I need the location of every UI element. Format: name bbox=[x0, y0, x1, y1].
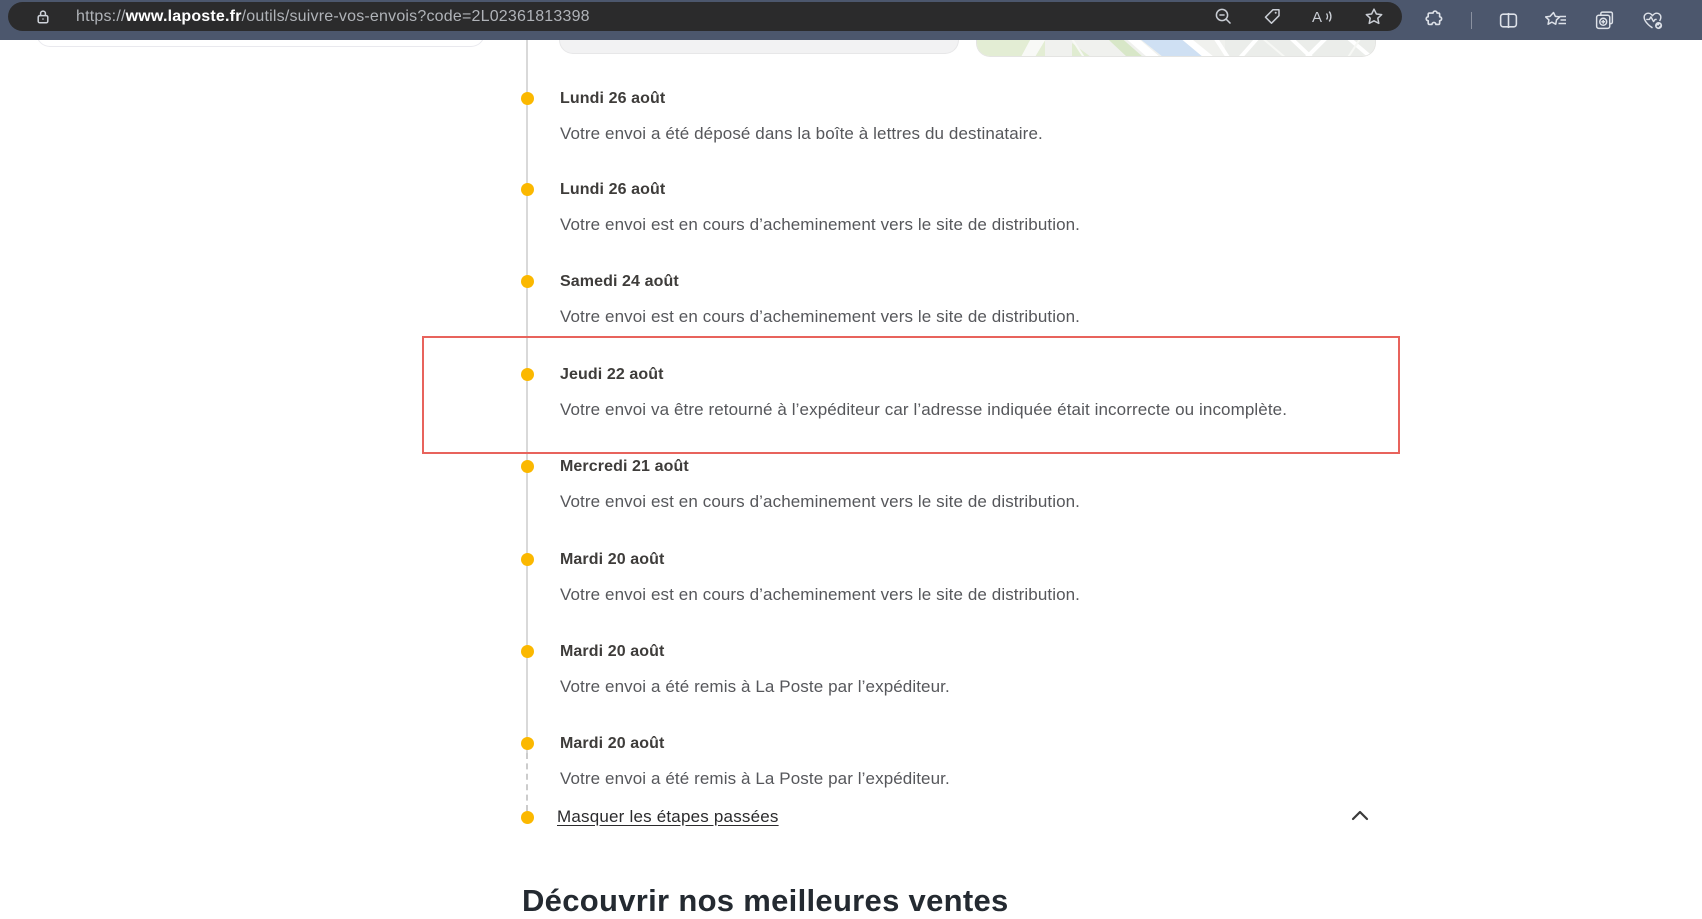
shopping-tag-icon[interactable] bbox=[1263, 7, 1282, 26]
url-path: /outils/suivre-vos-envois?code=2L0236181… bbox=[242, 8, 590, 25]
entry-description: Votre envoi va être retourné à l’expédit… bbox=[560, 399, 1287, 421]
address-bar[interactable]: https://www.laposte.fr/outils/suivre-vos… bbox=[8, 2, 1402, 31]
collapse-steps-link[interactable]: Masquer les étapes passées bbox=[557, 807, 779, 826]
timeline-dot bbox=[521, 368, 534, 381]
toolbar-divider bbox=[1471, 12, 1472, 29]
entry-description: Votre envoi a été déposé dans la boîte à… bbox=[560, 123, 1043, 145]
browser-essentials-icon[interactable] bbox=[1641, 10, 1664, 31]
browser-toolbar: https://www.laposte.fr/outils/suivre-vos… bbox=[0, 0, 1702, 40]
url-text[interactable]: https://www.laposte.fr/outils/suivre-vos… bbox=[76, 8, 590, 26]
entry-date: Mardi 20 août bbox=[560, 550, 1080, 570]
entry-date: Jeudi 22 août bbox=[560, 365, 1287, 385]
url-domain: www.laposte.fr bbox=[126, 8, 242, 25]
timeline-entry: Lundi 26 août Votre envoi a été déposé d… bbox=[560, 89, 1043, 145]
entry-date: Mardi 20 août bbox=[560, 642, 950, 662]
svg-text:A: A bbox=[1312, 9, 1322, 26]
entry-date: Mardi 20 août bbox=[560, 734, 950, 754]
timeline-entry: Mercredi 21 août Votre envoi est en cour… bbox=[560, 457, 1080, 513]
timeline-dot bbox=[521, 645, 534, 658]
url-scheme: https:// bbox=[76, 8, 126, 25]
favorite-star-icon[interactable] bbox=[1364, 7, 1384, 27]
timeline-dot bbox=[521, 811, 534, 824]
entry-description: Votre envoi est en cours d’acheminement … bbox=[560, 584, 1080, 606]
chevron-up-icon[interactable] bbox=[1350, 808, 1370, 827]
timeline-entry: Mardi 20 août Votre envoi a été remis à … bbox=[560, 642, 950, 698]
entry-description: Votre envoi est en cours d’acheminement … bbox=[560, 214, 1080, 236]
entry-date: Mercredi 21 août bbox=[560, 457, 1080, 477]
zoom-out-icon[interactable] bbox=[1214, 7, 1233, 26]
timeline-dot bbox=[521, 737, 534, 750]
timeline-dot bbox=[521, 553, 534, 566]
timeline-dot bbox=[521, 275, 534, 288]
split-screen-icon[interactable] bbox=[1498, 10, 1519, 31]
timeline-dot bbox=[521, 92, 534, 105]
entry-description: Votre envoi a été remis à La Poste par l… bbox=[560, 768, 950, 790]
entry-description: Votre envoi est en cours d’acheminement … bbox=[560, 306, 1080, 328]
extensions-icon[interactable] bbox=[1424, 10, 1445, 31]
favorites-list-icon[interactable] bbox=[1545, 10, 1568, 30]
entry-date: Samedi 24 août bbox=[560, 272, 1080, 292]
timeline-dot bbox=[521, 460, 534, 473]
timeline-dot bbox=[521, 183, 534, 196]
timeline-entry: Mardi 20 août Votre envoi a été remis à … bbox=[560, 734, 950, 790]
collections-icon[interactable] bbox=[1594, 10, 1615, 31]
timeline-entry-highlighted: Jeudi 22 août Votre envoi va être retour… bbox=[560, 365, 1287, 421]
entry-date: Lundi 26 août bbox=[560, 180, 1080, 200]
entry-date: Lundi 26 août bbox=[560, 89, 1043, 109]
read-aloud-icon[interactable]: A bbox=[1312, 8, 1334, 26]
entry-description: Votre envoi a été remis à La Poste par l… bbox=[560, 676, 950, 698]
page-section-title: Découvrir nos meilleures ventes bbox=[522, 883, 1009, 919]
entry-description: Votre envoi est en cours d’acheminement … bbox=[560, 491, 1080, 513]
timeline-entry: Samedi 24 août Votre envoi est en cours … bbox=[560, 272, 1080, 328]
timeline-line-dashed bbox=[526, 753, 528, 811]
lock-icon[interactable] bbox=[34, 8, 52, 26]
timeline-entry: Mardi 20 août Votre envoi est en cours d… bbox=[560, 550, 1080, 606]
timeline-entry: Lundi 26 août Votre envoi est en cours d… bbox=[560, 180, 1080, 236]
